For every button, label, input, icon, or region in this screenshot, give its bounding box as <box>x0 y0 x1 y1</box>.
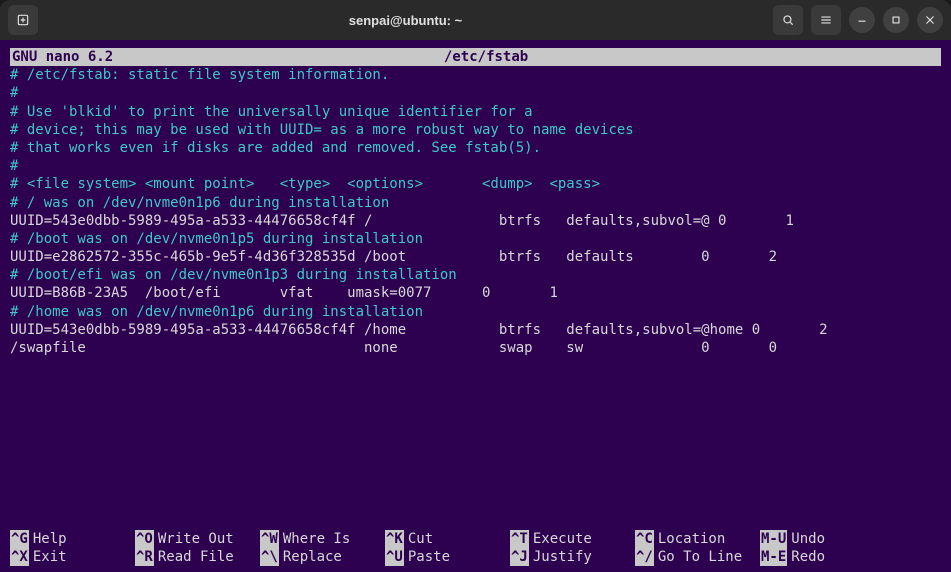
terminal-area[interactable]: GNU nano 6.2 /etc/fstab # /etc/fstab: st… <box>0 40 951 572</box>
shortcut-key: ^X <box>10 548 29 566</box>
shortcut-label: Undo <box>791 530 825 548</box>
window-title: senpai@ubuntu: ~ <box>38 13 773 28</box>
shortcut-item: ^GHelp <box>10 530 135 548</box>
shortcut-key: ^C <box>635 530 654 548</box>
shortcut-key: M-E <box>760 548 787 566</box>
nano-header: GNU nano 6.2 /etc/fstab <box>10 48 941 66</box>
shortcut-key: ^U <box>385 548 404 566</box>
shortcut-label: Read File <box>158 548 234 566</box>
shortcut-item: ^RRead File <box>135 548 260 566</box>
minimize-button[interactable] <box>849 7 875 33</box>
shortcut-item: ^/Go To Line <box>635 548 760 566</box>
shortcut-label: Go To Line <box>658 548 742 566</box>
editor-line: /swapfile none swap sw 0 0 <box>10 339 941 357</box>
shortcut-key: ^\ <box>260 548 279 566</box>
editor-line: # <file system> <mount point> <type> <op… <box>10 175 941 193</box>
shortcut-key: ^W <box>260 530 279 548</box>
new-tab-button[interactable] <box>8 5 38 35</box>
shortcut-label: Write Out <box>158 530 234 548</box>
editor-line: UUID=543e0dbb-5989-495a-a533-44476658cf4… <box>10 321 941 339</box>
nano-shortcut-bar: ^GHelp^OWrite Out^WWhere Is^KCut^TExecut… <box>10 530 941 572</box>
shortcut-item: ^UPaste <box>385 548 510 566</box>
shortcut-key: ^J <box>510 548 529 566</box>
shortcut-label: Execute <box>533 530 592 548</box>
shortcut-key: ^R <box>135 548 154 566</box>
shortcut-label: Location <box>658 530 725 548</box>
editor-line: UUID=543e0dbb-5989-495a-a533-44476658cf4… <box>10 212 941 230</box>
shortcut-item: ^JJustify <box>510 548 635 566</box>
shortcut-item: ^OWrite Out <box>135 530 260 548</box>
shortcut-label: Redo <box>791 548 825 566</box>
shortcut-row-1: ^GHelp^OWrite Out^WWhere Is^KCut^TExecut… <box>10 530 941 548</box>
search-button[interactable] <box>773 5 803 35</box>
editor-line: # /boot was on /dev/nvme0n1p5 during ins… <box>10 230 941 248</box>
shortcut-item: ^WWhere Is <box>260 530 385 548</box>
editor-line: # <box>10 157 941 175</box>
shortcut-key: ^T <box>510 530 529 548</box>
editor-line: # /etc/fstab: static file system informa… <box>10 66 941 84</box>
editor-buffer[interactable]: # /etc/fstab: static file system informa… <box>10 66 941 529</box>
shortcut-label: Help <box>33 530 67 548</box>
editor-line: # Use 'blkid' to print the universally u… <box>10 103 941 121</box>
editor-line: UUID=B86B-23A5 /boot/efi vfat umask=0077… <box>10 284 941 302</box>
shortcut-label: Paste <box>408 548 450 566</box>
maximize-button[interactable] <box>883 7 909 33</box>
shortcut-item: ^\Replace <box>260 548 385 566</box>
shortcut-key: ^K <box>385 530 404 548</box>
shortcut-item: ^KCut <box>385 530 510 548</box>
nano-filename: /etc/fstab <box>33 48 939 66</box>
close-button[interactable] <box>917 7 943 33</box>
editor-line: # / was on /dev/nvme0n1p6 during install… <box>10 194 941 212</box>
editor-line: # that works even if disks are added and… <box>10 139 941 157</box>
shortcut-label: Cut <box>408 530 433 548</box>
shortcut-label: Where Is <box>283 530 350 548</box>
editor-line: # /boot/efi was on /dev/nvme0n1p3 during… <box>10 266 941 284</box>
shortcut-key: M-U <box>760 530 787 548</box>
shortcut-item: ^CLocation <box>635 530 760 548</box>
shortcut-item: ^XExit <box>10 548 135 566</box>
menu-button[interactable] <box>811 5 841 35</box>
shortcut-key: ^O <box>135 530 154 548</box>
window-titlebar: senpai@ubuntu: ~ <box>0 0 951 40</box>
editor-line: # /home was on /dev/nvme0n1p6 during ins… <box>10 303 941 321</box>
shortcut-label: Replace <box>283 548 342 566</box>
shortcut-key: ^G <box>10 530 29 548</box>
shortcut-label: Exit <box>33 548 67 566</box>
editor-line: UUID=e2862572-355c-465b-9e5f-4d36f328535… <box>10 248 941 266</box>
editor-line: # <box>10 84 941 102</box>
shortcut-key: ^/ <box>635 548 654 566</box>
shortcut-label: Justify <box>533 548 592 566</box>
shortcut-item: ^TExecute <box>510 530 635 548</box>
editor-line: # device; this may be used with UUID= as… <box>10 121 941 139</box>
shortcut-row-2: ^XExit^RRead File^\Replace^UPaste^JJusti… <box>10 548 941 566</box>
shortcut-item: M-UUndo <box>760 530 885 548</box>
shortcut-item: M-ERedo <box>760 548 885 566</box>
